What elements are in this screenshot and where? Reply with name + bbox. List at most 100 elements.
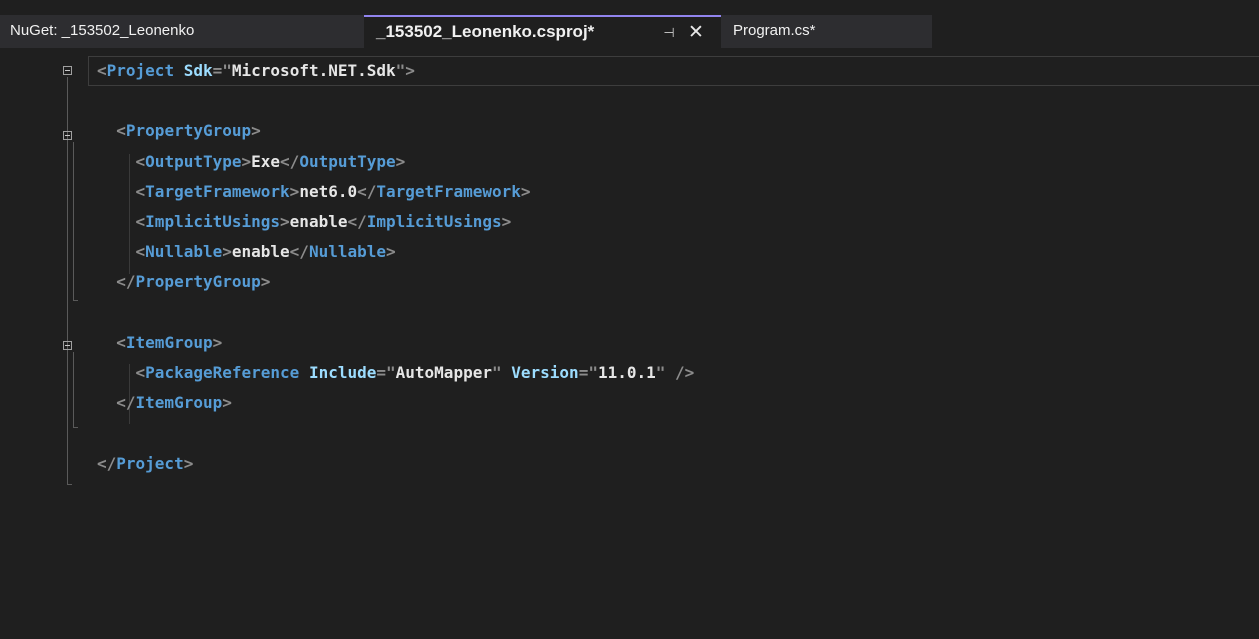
code-line[interactable]: <ImplicitUsings>enable</ImplicitUsings>: [97, 207, 512, 237]
token-bracket: >: [289, 181, 300, 201]
token-bracket: </: [116, 272, 136, 292]
token-attr: Include: [308, 363, 377, 382]
token-tag: ImplicitUsings: [145, 212, 281, 231]
token-attr: Sdk: [183, 61, 213, 80]
token-tag: PropertyGroup: [125, 121, 252, 141]
token-tag: OutputType: [299, 151, 396, 171]
fold-end-project: [67, 484, 72, 485]
token-bracket: </: [116, 393, 136, 413]
code-line[interactable]: </ItemGroup>: [97, 388, 232, 418]
code-line[interactable]: <Nullable>enable</Nullable>: [97, 237, 396, 267]
token-bracket: </: [347, 212, 367, 231]
tab-csproj-label: _153502_Leonenko.csproj*: [376, 22, 595, 41]
token-bracket: <: [135, 242, 146, 262]
token-bracket: <: [97, 61, 107, 80]
tab-nuget[interactable]: NuGet: _153502_Leonenko: [0, 15, 364, 48]
code-line[interactable]: <PackageReference Include="AutoMapper" V…: [97, 358, 695, 388]
code-editor[interactable]: <Project Sdk="Microsoft.NET.Sdk"> <Prope…: [43, 48, 1259, 639]
token-text: net6.0: [299, 181, 358, 201]
token-text: Microsoft.NET.Sdk: [231, 61, 396, 80]
visual-studio-window: NuGet: _153502_Leonenko _153502_Leonenko…: [0, 0, 1259, 639]
token-bracket: =": [578, 363, 598, 382]
token-bracket: >: [212, 332, 223, 352]
token-bracket: <: [135, 151, 146, 171]
code-line[interactable]: </Project>: [97, 449, 193, 479]
token-bracket: =": [376, 363, 396, 382]
token-bracket: <: [135, 363, 146, 382]
token-bracket: <: [135, 212, 146, 231]
token-tag: ItemGroup: [135, 393, 223, 413]
fold-guide-itemgroup: [73, 352, 74, 427]
token-bracket: <: [116, 332, 126, 352]
token-tag: Project: [116, 453, 184, 473]
token-text: AutoMapper: [395, 363, 492, 382]
fold-guide-propertygroup: [73, 142, 74, 300]
token-bracket: >: [251, 121, 261, 141]
token-bracket: >: [183, 453, 194, 473]
code-line[interactable]: <OutputType>Exe</OutputType>: [97, 147, 406, 177]
collapse-itemgroup-icon[interactable]: [63, 341, 72, 350]
token-bracket: >: [501, 212, 512, 231]
token-bracket: </: [289, 242, 309, 262]
token-tag: ImplicitUsings: [366, 212, 502, 231]
close-icon[interactable]: ✕: [687, 17, 705, 48]
token-tag: Nullable: [145, 242, 223, 262]
token-bracket: <: [135, 181, 146, 201]
token-bracket: </: [357, 181, 377, 201]
token-tag: TargetFramework: [376, 181, 521, 201]
code-line[interactable]: <Project Sdk="Microsoft.NET.Sdk">: [97, 56, 415, 86]
fold-end-propertygroup: [73, 300, 78, 301]
token-tag: PropertyGroup: [135, 272, 261, 292]
tab-csproj[interactable]: _153502_Leonenko.csproj* ⊣ ✕: [364, 15, 721, 48]
token-bracket: ": [491, 363, 502, 382]
token-bracket: >: [395, 151, 406, 171]
token-bracket: </: [97, 453, 117, 473]
token-bracket: <: [116, 121, 126, 141]
token-text: Exe: [251, 151, 281, 171]
code-line[interactable]: </PropertyGroup>: [97, 267, 270, 297]
token-bracket: />: [675, 363, 695, 382]
token-bracket: >: [222, 393, 232, 413]
token-bracket: >: [260, 272, 271, 292]
token-bracket: </: [280, 151, 300, 171]
token-bracket: =": [212, 61, 232, 80]
token-tag: TargetFramework: [145, 181, 290, 201]
tab-nuget-label: NuGet: _153502_Leonenko: [10, 22, 195, 39]
token-tag: OutputType: [145, 151, 242, 171]
token-text: 11.0.1: [597, 363, 656, 382]
token-bracket: ">: [395, 61, 415, 80]
document-tab-bar: NuGet: _153502_Leonenko _153502_Leonenko…: [0, 0, 1259, 48]
token-bracket: >: [280, 212, 290, 231]
collapse-propertygroup-icon[interactable]: [63, 131, 72, 140]
tab-program-label: Program.cs*: [733, 22, 816, 39]
token-tag: ItemGroup: [125, 332, 213, 352]
collapse-project-icon[interactable]: [63, 66, 72, 75]
token-bracket: >: [386, 242, 396, 262]
code-line[interactable]: <TargetFramework>net6.0</TargetFramework…: [97, 177, 531, 207]
token-bracket: >: [520, 181, 531, 201]
token-bracket: ": [655, 363, 666, 382]
token-text: enable: [231, 242, 290, 262]
token-tag: PackageReference: [145, 363, 300, 382]
token-tag: Project: [106, 61, 175, 80]
code-line[interactable]: <PropertyGroup>: [97, 116, 261, 146]
token-bracket: >: [222, 242, 232, 262]
code-line[interactable]: <ItemGroup>: [97, 328, 222, 358]
pin-icon[interactable]: ⊣: [661, 17, 677, 48]
token-tag: Nullable: [308, 242, 386, 262]
token-text: enable: [289, 212, 348, 231]
tab-program[interactable]: Program.cs*: [721, 15, 932, 48]
fold-end-itemgroup: [73, 427, 78, 428]
